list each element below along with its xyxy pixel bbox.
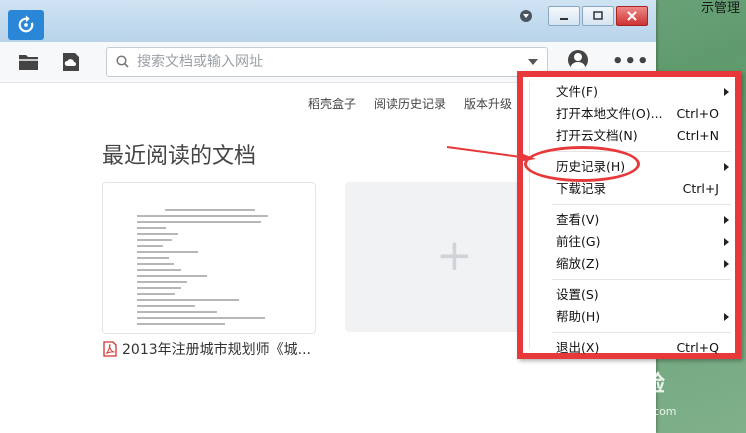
- recent-doc-thumbnail[interactable]: [102, 182, 316, 334]
- minimize-button[interactable]: [548, 6, 580, 26]
- main-context-menu: 文件(F) 打开本地文件(O)... Ctrl+O 打开云文档(N) Ctrl+N 历史记…: [517, 71, 741, 359]
- menu-item[interactable]: 历史记录(H): [530, 156, 731, 178]
- menu-separator: [552, 332, 731, 333]
- search-input[interactable]: [135, 51, 519, 73]
- menu-item[interactable]: 缩放(Z): [530, 253, 731, 275]
- link-daoke-box[interactable]: 稻壳盒子: [308, 95, 356, 112]
- more-menu-icon[interactable]: •••: [612, 51, 650, 72]
- open-folder-icon[interactable]: [18, 52, 40, 72]
- menu-item-shortcut: Ctrl+J: [682, 181, 719, 196]
- menu-item-label: 退出(X): [556, 340, 600, 355]
- baidu-watermark: Bai 经验: [574, 372, 665, 397]
- menu-item[interactable]: 帮助(H): [530, 306, 731, 328]
- submenu-arrow-icon: [724, 163, 729, 171]
- submenu-arrow-icon: [724, 313, 729, 321]
- menu-item-label: 下载记录: [556, 181, 607, 196]
- menu-item[interactable]: 文件(F): [530, 81, 731, 103]
- add-icon: +: [436, 230, 473, 281]
- submenu-arrow-icon: [724, 216, 729, 224]
- menu-item-label: 帮助(H): [556, 309, 601, 324]
- doc-preview-page: [137, 209, 283, 333]
- menu-separator: [552, 151, 731, 152]
- recent-doc-caption[interactable]: 2013年注册城市规划师《城...: [102, 339, 311, 359]
- recent-doc-name: 2013年注册城市规划师《城...: [122, 342, 311, 358]
- menu-separator: [552, 279, 731, 280]
- link-reading-history[interactable]: 阅读历史记录: [374, 95, 446, 112]
- skin-menu-icon[interactable]: [520, 10, 532, 22]
- menu-item-label: 设置(S): [556, 287, 599, 302]
- menu-item-label: 历史记录(H): [556, 159, 626, 174]
- window-controls: [520, 6, 648, 26]
- user-avatar-icon[interactable]: [568, 50, 588, 70]
- title-bar: [0, 0, 656, 42]
- submenu-arrow-icon: [724, 260, 729, 268]
- menu-item-label: 打开本地文件(O)...: [556, 106, 663, 121]
- menu-item-shortcut: Ctrl+O: [676, 106, 719, 121]
- menu-item-label: 打开云文档(N): [556, 128, 638, 143]
- menu-item[interactable]: 设置(S): [530, 284, 731, 306]
- menu-item[interactable]: 打开本地文件(O)... Ctrl+O: [530, 103, 731, 125]
- maximize-button[interactable]: [582, 6, 614, 26]
- submenu-arrow-icon: [724, 238, 729, 246]
- search-dropdown-icon[interactable]: [528, 59, 538, 65]
- app-logo-icon: [8, 10, 44, 40]
- menu-item-label: 缩放(Z): [556, 256, 600, 271]
- desktop-corner-label: 示管理: [700, 1, 740, 16]
- search-icon: [116, 55, 129, 68]
- recent-docs-title: 最近阅读的文档: [102, 144, 257, 169]
- link-version-upgrade[interactable]: 版本升级: [464, 95, 512, 112]
- menu-item[interactable]: 下载记录 Ctrl+J: [530, 178, 731, 200]
- search-box[interactable]: [106, 47, 548, 77]
- menu-item[interactable]: 查看(V): [530, 209, 731, 231]
- baidu-watermark-url: jingyan.baidu.com: [575, 405, 677, 418]
- menu-item-label: 文件(F): [556, 84, 598, 99]
- menu-separator: [552, 204, 731, 205]
- cloud-document-icon[interactable]: [60, 52, 82, 72]
- menu-item[interactable]: 前往(G): [530, 231, 731, 253]
- submenu-arrow-icon: [724, 88, 729, 96]
- menu-item[interactable]: 打开云文档(N) Ctrl+N: [530, 125, 731, 147]
- menu-item[interactable]: 退出(X) Ctrl+Q: [530, 337, 731, 359]
- top-links: 稻壳盒子 阅读历史记录 版本升级: [308, 95, 512, 112]
- menu-item-label: 前往(G): [556, 234, 601, 249]
- menu-items-container: 文件(F) 打开本地文件(O)... Ctrl+O 打开云文档(N) Ctrl+N 历史记…: [529, 81, 731, 355]
- close-button[interactable]: [616, 6, 648, 26]
- pdf-file-icon: [103, 341, 117, 357]
- menu-item-label: 查看(V): [556, 212, 600, 227]
- menu-item-shortcut: Ctrl+N: [676, 128, 719, 143]
- menu-item-shortcut: Ctrl+Q: [676, 340, 719, 355]
